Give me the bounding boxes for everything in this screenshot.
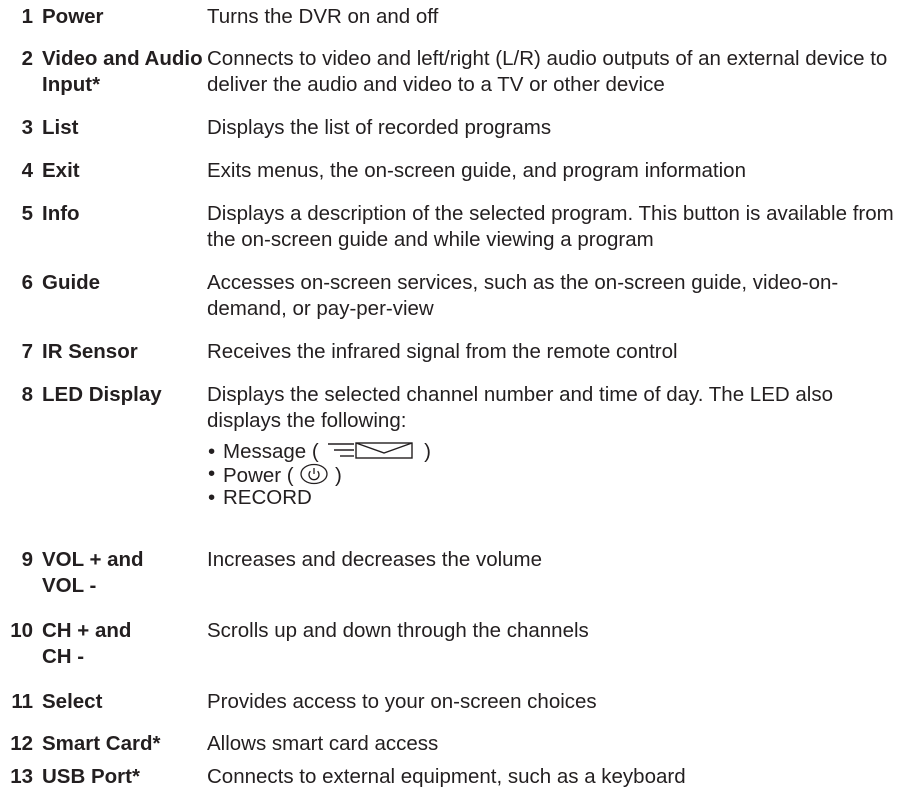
item-label: Video and Audio Input* <box>42 47 203 96</box>
message-lines-icon <box>328 443 355 457</box>
item-description: Accesses on-screen services, such as the… <box>207 271 839 320</box>
item-label: CH + and CH - <box>42 619 132 668</box>
item-label: LED Display <box>42 383 162 406</box>
item-number: 12 <box>10 732 33 755</box>
item-description: Turns the DVR on and off <box>207 5 439 28</box>
item-number: 10 <box>10 619 33 642</box>
bullet-message: Message ( ) <box>207 440 907 464</box>
item-label: IR Sensor <box>42 340 138 363</box>
item-description: Connects to video and left/right (L/R) a… <box>207 47 888 96</box>
item-label: Select <box>42 690 103 713</box>
item-number: 6 <box>21 271 33 294</box>
item-number: 3 <box>21 116 33 139</box>
item-description: Connects to external equipment, such as … <box>207 765 686 788</box>
envelope-icon <box>355 442 414 459</box>
item-number: 11 <box>11 690 33 713</box>
item-number: 13 <box>10 765 33 788</box>
item-number: 9 <box>21 548 33 571</box>
bullet-power: Power ( ) <box>207 463 907 487</box>
item-description: Displays the selected channel number and… <box>207 382 907 509</box>
item-label: VOL + and VOL - <box>42 548 144 597</box>
item-description: Displays the list of recorded programs <box>207 116 552 139</box>
power-suffix: ) <box>335 464 342 487</box>
item-label: List <box>42 116 79 139</box>
bullet-record: RECORD <box>207 487 907 510</box>
power-icon <box>300 463 328 485</box>
led-bullet-list: Message ( ) Power ( <box>207 440 907 510</box>
item-label: Power <box>42 5 104 28</box>
item-description: Scrolls up and down through the channels <box>207 619 589 642</box>
item-number: 7 <box>21 340 33 363</box>
item-label: Exit <box>42 159 80 182</box>
item-label: Guide <box>42 271 101 294</box>
item-number: 1 <box>21 5 33 28</box>
message-suffix: ) <box>424 440 431 463</box>
item-number: 8 <box>21 383 33 406</box>
item-description: Increases and decreases the volume <box>207 548 543 571</box>
item-description: Allows smart card access <box>207 732 439 755</box>
item-description: Exits menus, the on-screen guide, and pr… <box>207 159 746 182</box>
item-description: Provides access to your on-screen choice… <box>207 690 597 713</box>
item-label: Info <box>42 202 80 225</box>
item-number: 5 <box>21 202 33 225</box>
message-prefix: Message ( <box>223 440 319 463</box>
item-label: Smart Card* <box>42 732 161 755</box>
message-icon <box>328 442 414 459</box>
item-number: 4 <box>21 159 33 182</box>
item-description-text: Displays the selected channel number and… <box>207 383 833 432</box>
item-description: Receives the infrared signal from the re… <box>207 340 678 363</box>
power-prefix: Power ( <box>223 464 294 487</box>
item-number: 2 <box>21 47 33 70</box>
item-label: USB Port* <box>42 765 140 788</box>
item-description: Displays a description of the selected p… <box>207 202 894 251</box>
